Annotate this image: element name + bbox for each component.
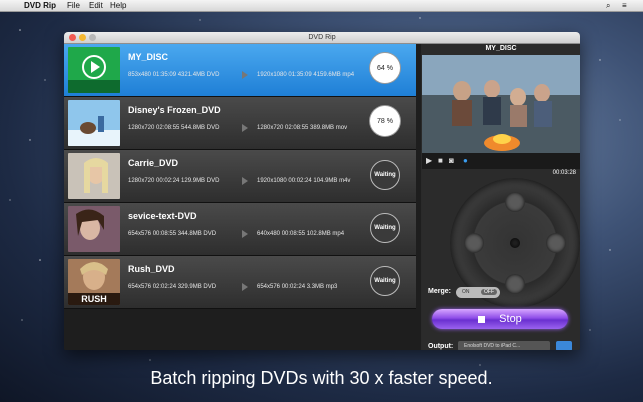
folder-icon[interactable] <box>556 341 572 350</box>
arrow-right-icon <box>242 124 248 132</box>
player-controls: ▶ ■ ◙ ● <box>422 153 580 169</box>
player-panel: MY_DISC ▶ ■ ◙ ● 00:03:28 Merge: ON OFF S… <box>422 44 580 350</box>
menu-bar: DVD Rip File Edit Help ⌕ ≡ <box>0 0 643 12</box>
item-source-info: 654x576 02:02:24 329.9MB DVD <box>128 284 217 290</box>
thumbnail-play <box>68 47 120 93</box>
globe-icon[interactable]: ● <box>463 156 468 166</box>
toggle-on-label: ON <box>462 289 470 295</box>
arrow-right-icon <box>242 71 248 79</box>
menu-edit[interactable]: Edit <box>89 0 103 11</box>
item-title: MY_DISC <box>128 52 169 62</box>
thumbnail-service <box>68 206 120 252</box>
item-output-info: 1920x1080 00:02:24 104.9MB m4v <box>257 178 351 184</box>
output-format-value: Enolsoft DVD to iPad C... <box>464 343 521 349</box>
toggle-off-label: OFF <box>481 289 497 295</box>
progress-indicator: 78 % <box>370 106 400 136</box>
item-output-info: 640x480 00:08:55 102.8MB mp4 <box>257 231 345 237</box>
item-title: Carrie_DVD <box>128 158 179 168</box>
close-window-button[interactable] <box>69 34 76 41</box>
menu-app-name[interactable]: DVD Rip <box>24 0 56 11</box>
zoom-window-button[interactable] <box>89 34 96 41</box>
item-title: Rush_DVD <box>128 264 175 274</box>
output-format-select[interactable]: Enolsoft DVD to iPad C... <box>458 341 550 350</box>
disc-list: MY_DISC 853x480 01:35:09 4321.4MB DVD 19… <box>64 44 421 350</box>
waiting-badge: Waiting <box>370 160 400 190</box>
item-output-info: 1280x720 02:08:55 389.8MB mov <box>257 125 348 131</box>
item-source-info: 1280x720 02:08:55 544.8MB DVD <box>128 125 220 131</box>
output-label: Output: <box>428 343 454 350</box>
thumbnail-carrie <box>68 153 120 199</box>
thumbnail-rush: RUSH <box>68 259 120 305</box>
item-title: Disney's Frozen_DVD <box>128 105 221 115</box>
search-icon[interactable]: ⌕ <box>606 0 610 11</box>
item-output-info: 654x576 00:02:24 3.3MB mp3 <box>257 284 338 290</box>
list-item[interactable]: Disney's Frozen_DVD 1280x720 02:08:55 54… <box>64 97 416 150</box>
promo-caption: Batch ripping DVDs with 30 x faster spee… <box>150 368 493 388</box>
arrow-right-icon <box>242 230 248 238</box>
thumbnail-frozen <box>68 100 120 146</box>
app-window: DVD Rip MY_DISC 853x480 01:35:09 4321.4M… <box>64 32 580 350</box>
minimize-window-button[interactable] <box>79 34 86 41</box>
player-title: MY_DISC <box>485 45 517 52</box>
arrow-right-icon <box>242 283 248 291</box>
video-preview[interactable] <box>422 55 580 153</box>
list-item[interactable]: Carrie_DVD 1280x720 00:02:24 129.9MB DVD… <box>64 150 416 203</box>
item-source-info: 853x480 01:35:09 4321.4MB DVD <box>128 72 220 78</box>
merge-toggle[interactable]: ON OFF <box>456 287 500 298</box>
list-icon[interactable]: ≡ <box>622 0 627 11</box>
menu-file[interactable]: File <box>67 0 80 11</box>
progress-indicator: 64 % <box>370 53 400 83</box>
waiting-badge: Waiting <box>370 266 400 296</box>
svg-text:RUSH: RUSH <box>81 294 107 304</box>
list-item[interactable]: sevice-text-DVD 654x576 00:08:55 344.8MB… <box>64 203 416 256</box>
stop-button[interactable]: Stop <box>432 309 568 329</box>
item-title: sevice-text-DVD <box>128 211 197 221</box>
stop-icon[interactable]: ■ <box>438 156 443 166</box>
waiting-badge: Waiting <box>370 213 400 243</box>
playback-time: 00:03:28 <box>552 170 576 176</box>
merge-label: Merge: <box>428 288 451 295</box>
menu-help[interactable]: Help <box>110 0 126 11</box>
play-icon[interactable]: ▶ <box>426 156 432 166</box>
camera-icon[interactable]: ◙ <box>449 156 454 166</box>
list-item[interactable]: RUSH Rush_DVD 654x576 02:02:24 329.9MB D… <box>64 256 416 309</box>
item-output-info: 1920x1080 01:35:09 4159.6MB mp4 <box>257 72 355 78</box>
list-item[interactable]: MY_DISC 853x480 01:35:09 4321.4MB DVD 19… <box>64 44 416 97</box>
window-title: DVD Rip <box>308 34 336 41</box>
stop-button-label: Stop <box>499 313 522 325</box>
item-source-info: 654x576 00:08:55 344.8MB DVD <box>128 231 217 237</box>
arrow-right-icon <box>242 177 248 185</box>
stop-square-icon <box>478 315 486 323</box>
item-source-info: 1280x720 00:02:24 129.9MB DVD <box>128 178 220 184</box>
title-bar: DVD Rip <box>64 32 580 44</box>
